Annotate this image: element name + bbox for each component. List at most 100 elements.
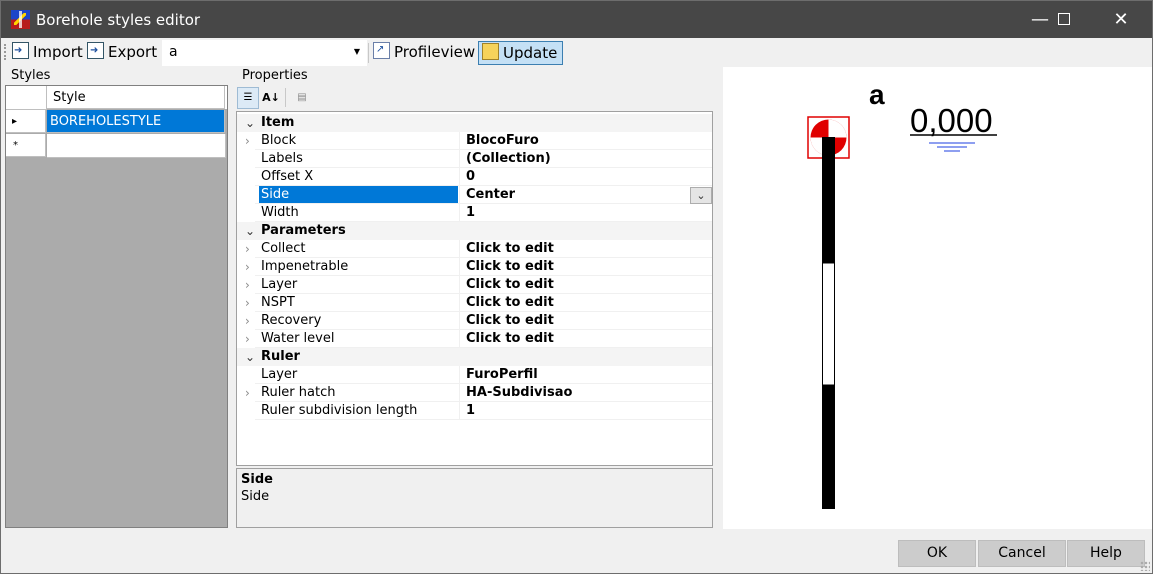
property-row[interactable]: › Collect Click to edit [237, 240, 712, 258]
property-value[interactable]: 0 [466, 168, 475, 186]
update-button[interactable]: Update [478, 41, 564, 65]
ruler-segment [822, 157, 835, 263]
property-value[interactable]: Click to edit [466, 258, 554, 276]
current-row-indicator[interactable]: ▸ [6, 110, 46, 133]
property-row[interactable]: › Layer Click to edit [237, 276, 712, 294]
property-row[interactable]: › Recovery Click to edit [237, 312, 712, 330]
expand-chevron-icon[interactable]: › [245, 384, 255, 402]
window-title: Borehole styles editor [36, 11, 201, 29]
property-value[interactable]: Click to edit [466, 240, 554, 258]
column-divider[interactable] [459, 132, 460, 150]
style-new-row[interactable] [47, 134, 226, 158]
property-value[interactable]: BlocoFuro [466, 132, 539, 150]
property-name: Labels [261, 151, 303, 166]
property-grid[interactable]: ⌄ Item › Block BlocoFuro Labels (Collection) Of… [236, 111, 713, 466]
profileview-button[interactable]: ↗ Profileview [373, 41, 475, 63]
row-header-corner [6, 86, 47, 110]
property-row[interactable]: Side Center ⌄ [237, 186, 712, 204]
sort-alphabetical-icon[interactable]: A↓ [260, 87, 282, 109]
column-divider[interactable] [459, 258, 460, 276]
update-icon [482, 43, 499, 60]
column-divider[interactable] [459, 384, 460, 402]
collapse-chevron-icon[interactable]: ⌄ [245, 222, 255, 240]
help-button[interactable]: Help [1067, 540, 1145, 567]
column-divider[interactable] [459, 402, 460, 420]
column-divider[interactable] [459, 240, 460, 258]
style-column-header[interactable]: Style [47, 86, 225, 109]
ruler-segment [822, 262, 835, 386]
property-row[interactable]: › Impenetrable Click to edit [237, 258, 712, 276]
property-value[interactable]: Click to edit [466, 276, 554, 294]
column-divider[interactable] [459, 204, 460, 222]
property-name: Side [259, 186, 458, 204]
collapse-chevron-icon[interactable]: ⌄ [245, 114, 255, 132]
property-name: Recovery [261, 313, 322, 328]
styles-grid[interactable]: Style ▸ BOREHOLESTYLE * [5, 85, 228, 528]
property-value[interactable]: (Collection) [466, 150, 551, 168]
column-divider[interactable] [459, 276, 460, 294]
property-row[interactable]: Layer FuroPerfil [237, 366, 712, 384]
property-category[interactable]: ⌄ Ruler [237, 348, 712, 366]
property-value[interactable]: FuroPerfil [466, 366, 538, 384]
maximize-button[interactable] [1041, 1, 1087, 38]
value-dropdown-button[interactable]: ⌄ [690, 187, 712, 204]
property-value[interactable]: Click to edit [466, 294, 554, 312]
style-row-boreholestyle[interactable]: BOREHOLESTYLE [47, 110, 225, 133]
categorized-icon[interactable]: ☰ [237, 87, 259, 109]
properties-toolbar: ☰ A↓ ▤ [237, 87, 337, 109]
property-row[interactable]: › Water level Click to edit [237, 330, 712, 348]
expand-chevron-icon[interactable]: › [245, 294, 255, 312]
property-category[interactable]: ⌄ Parameters [237, 222, 712, 240]
expand-chevron-icon[interactable]: › [245, 258, 255, 276]
column-divider[interactable] [459, 366, 460, 384]
property-row[interactable]: › Ruler hatch HA-Subdivisao [237, 384, 712, 402]
toolbar-separator [368, 43, 369, 63]
property-row[interactable]: Width 1 [237, 204, 712, 222]
column-divider[interactable] [459, 330, 460, 348]
property-value[interactable]: 1 [466, 402, 475, 420]
water-level-symbol [929, 142, 975, 152]
expand-chevron-icon[interactable]: › [245, 330, 255, 348]
column-divider[interactable] [459, 294, 460, 312]
style-name-combo[interactable]: a ▼ [162, 40, 367, 66]
property-name: Ruler subdivision length [261, 403, 418, 418]
column-divider[interactable] [459, 312, 460, 330]
preview-label: a [869, 79, 885, 110]
column-divider[interactable] [459, 168, 460, 186]
property-row[interactable]: › Block BlocoFuro [237, 132, 712, 150]
title-bar: Borehole styles editor — ✕ [1, 1, 1152, 38]
styles-group-label: Styles [11, 68, 51, 83]
expand-chevron-icon[interactable]: › [245, 276, 255, 294]
property-row[interactable]: Labels (Collection) [237, 150, 712, 168]
toolbar-grip[interactable] [4, 44, 8, 60]
property-name: Offset X [261, 169, 314, 184]
property-row[interactable]: Offset X 0 [237, 168, 712, 186]
column-divider[interactable] [459, 186, 460, 204]
property-value[interactable]: Center [466, 186, 515, 204]
property-value[interactable]: 1 [466, 204, 475, 222]
import-button[interactable]: ➜ Import [12, 41, 83, 63]
export-button[interactable]: ➜ Export [87, 41, 157, 63]
property-value[interactable]: Click to edit [466, 330, 554, 348]
profileview-label: Profileview [394, 43, 476, 61]
row-gridline [255, 419, 712, 420]
property-value[interactable]: HA-Subdivisao [466, 384, 572, 402]
expand-chevron-icon[interactable]: › [245, 132, 255, 150]
collapse-chevron-icon[interactable]: ⌄ [245, 348, 255, 366]
property-category[interactable]: ⌄ Item [237, 114, 712, 132]
property-row[interactable]: Ruler subdivision length 1 [237, 402, 712, 420]
ok-button[interactable]: OK [898, 540, 976, 567]
expand-chevron-icon[interactable]: › [245, 312, 255, 330]
new-row-indicator[interactable]: * [6, 134, 46, 157]
expand-chevron-icon[interactable]: › [245, 240, 255, 258]
preview-elevation: 0,000 [910, 102, 993, 139]
property-value[interactable]: Click to edit [466, 312, 554, 330]
property-pages-icon[interactable]: ▤ [291, 87, 313, 109]
property-row[interactable]: › NSPT Click to edit [237, 294, 712, 312]
column-divider[interactable] [459, 150, 460, 168]
update-label: Update [503, 44, 558, 62]
close-button[interactable]: ✕ [1098, 1, 1144, 38]
property-name: Width [261, 205, 299, 220]
cancel-button[interactable]: Cancel [978, 540, 1066, 567]
resize-grip[interactable] [1140, 561, 1150, 571]
